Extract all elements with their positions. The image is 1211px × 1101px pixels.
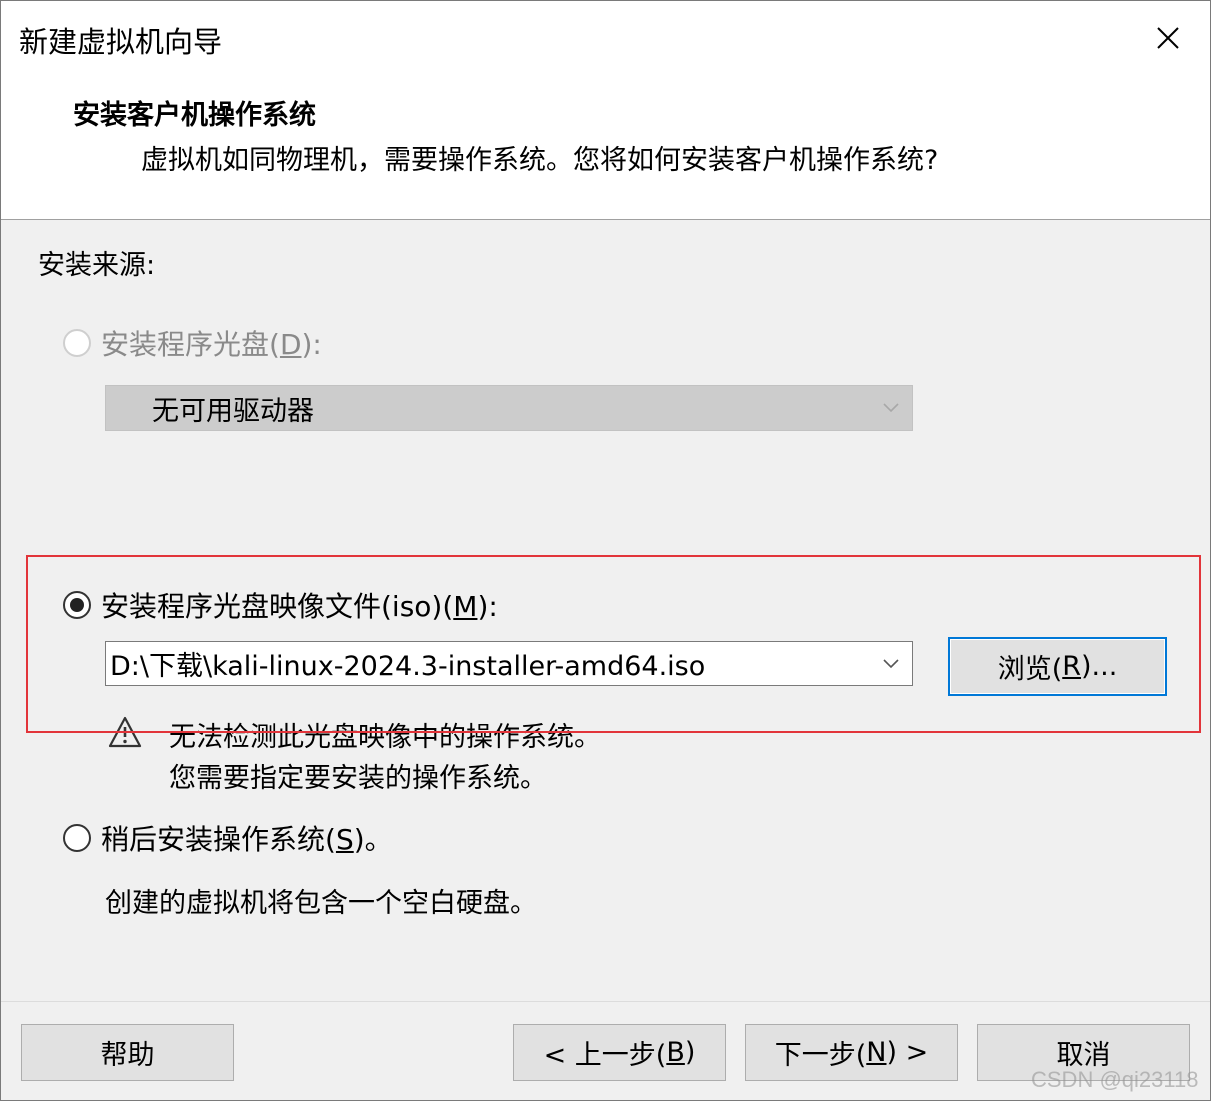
chevron-down-icon <box>883 659 899 669</box>
wizard-header: 新建虚拟机向导 安装客户机操作系统 虚拟机如同物理机，需要操作系统。您将如何安装… <box>1 1 1210 220</box>
iso-path-combo[interactable]: D:\下载\kali-linux-2024.3-installer-amd64.… <box>105 641 913 686</box>
browse-button[interactable]: 浏览(R)... <box>948 637 1167 696</box>
new-vm-wizard-dialog: 新建虚拟机向导 安装客户机操作系统 虚拟机如同物理机，需要操作系统。您将如何安装… <box>0 0 1211 1101</box>
disc-radio[interactable] <box>63 329 91 357</box>
footer-divider <box>1 1001 1210 1002</box>
page-subheading: 虚拟机如同物理机，需要操作系统。您将如何安装客户机操作系统? <box>141 145 939 176</box>
page-heading: 安装客户机操作系统 <box>73 100 316 131</box>
install-later-label: 稍后安装操作系统(S)。 <box>101 823 393 856</box>
install-source-label: 安装来源: <box>38 250 156 281</box>
drive-select-value: 无可用驱动器 <box>152 395 314 427</box>
warning-message-line1: 无法检测此光盘映像中的操作系统。 <box>169 722 601 753</box>
install-later-radio[interactable] <box>63 824 91 852</box>
help-button[interactable]: 帮助 <box>21 1024 234 1081</box>
warning-icon <box>108 716 142 748</box>
iso-path-value: D:\下载\kali-linux-2024.3-installer-amd64.… <box>110 651 706 682</box>
chevron-down-icon <box>883 403 899 413</box>
close-icon <box>1157 27 1179 49</box>
iso-option-label: 安装程序光盘映像文件(iso)(M): <box>101 590 498 623</box>
watermark-text: CSDN @qi23118 <box>1031 1067 1199 1092</box>
iso-option[interactable]: 安装程序光盘映像文件(iso)(M): <box>63 585 498 625</box>
disc-option-label: 安装程序光盘(D): <box>101 328 322 361</box>
next-button[interactable]: 下一步(N) > <box>745 1024 958 1081</box>
disc-option[interactable]: 安装程序光盘(D): <box>63 323 322 363</box>
warning-message-line2: 您需要指定要安装的操作系统。 <box>169 763 547 794</box>
iso-radio[interactable] <box>63 591 91 619</box>
window-title: 新建虚拟机向导 <box>19 25 223 59</box>
drive-select[interactable]: 无可用驱动器 <box>105 385 913 431</box>
install-later-option[interactable]: 稍后安装操作系统(S)。 <box>63 818 393 858</box>
close-button[interactable] <box>1147 17 1189 59</box>
install-later-description: 创建的虚拟机将包含一个空白硬盘。 <box>105 888 537 919</box>
back-button[interactable]: < 上一步(B) <box>513 1024 726 1081</box>
